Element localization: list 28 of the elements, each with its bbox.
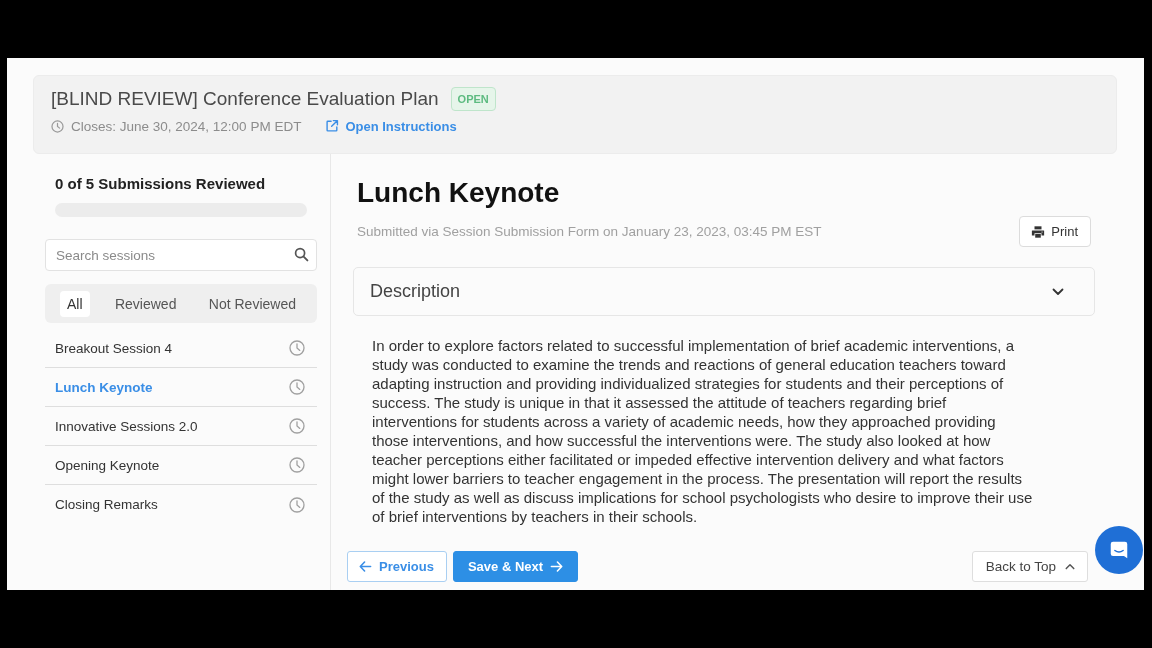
filter-tab[interactable]: All: [60, 290, 90, 317]
status-badge: OPEN: [450, 87, 496, 111]
submission-title: Lunch Keynote: [357, 177, 561, 209]
external-link-icon: [325, 119, 340, 133]
search-field[interactable]: Search sessions: [45, 239, 317, 271]
filter-tab[interactable]: Reviewed: [107, 290, 184, 317]
print-button[interactable]: Print: [1019, 216, 1091, 247]
session-item[interactable]: Innovative Sessions 2.0: [45, 407, 317, 446]
arrow-right-icon: [550, 560, 564, 573]
search-icon: [294, 247, 309, 262]
plan-title: [BLIND REVIEW] Conference Evaluation Plan: [51, 88, 439, 110]
session-item[interactable]: Breakout Session 4: [45, 329, 317, 368]
chevron-down-icon: [1052, 287, 1064, 296]
session-item[interactable]: Opening Keynote: [45, 446, 317, 485]
chat-launcher-button[interactable]: [1095, 526, 1143, 574]
arrow-left-icon: [359, 560, 372, 573]
back-to-top-button[interactable]: Back to Top: [971, 551, 1088, 582]
printer-icon: [1031, 224, 1046, 239]
description-text: In order to explore factors related to successful implementation of brief academic interventions, a study was conducted to examine the trends and reactions of general education teachers toward adapting instruction and providing individualized strategies for students and their perceptions of success. The study is unique in that it assessed the attitude of teachers regarding brief interventions for students across a variety of academic needs, how they approached providing those interventions, and how successful the interventions were. The study also looked at how teacher perceptions either facilitated or impeded effective intervention delivery and what factors might lower barriers to teacher engagement in the process. The presentation will report the results of the study as well as discuss implications for school psychologists who desire to improve their use of brief interventions by teachers in their schools.: [372, 336, 1034, 526]
filter-tab[interactable]: Not Reviewed: [201, 290, 303, 317]
chat-bubble-icon: [1108, 539, 1130, 561]
clock-icon: [51, 119, 64, 133]
progress-label: 0 of 5 Submissions Reviewed: [55, 175, 267, 193]
session-item[interactable]: Closing Remarks: [45, 485, 317, 524]
chevron-up-icon: [1065, 563, 1075, 570]
closing-date: Closes: June 30, 2024, 12:00 PM EDT: [71, 118, 302, 134]
submission-info: Submitted via Session Submission Form on January 23, 2023, 03:45 PM EST: [357, 224, 822, 239]
description-accordion[interactable]: Description: [353, 267, 1095, 316]
